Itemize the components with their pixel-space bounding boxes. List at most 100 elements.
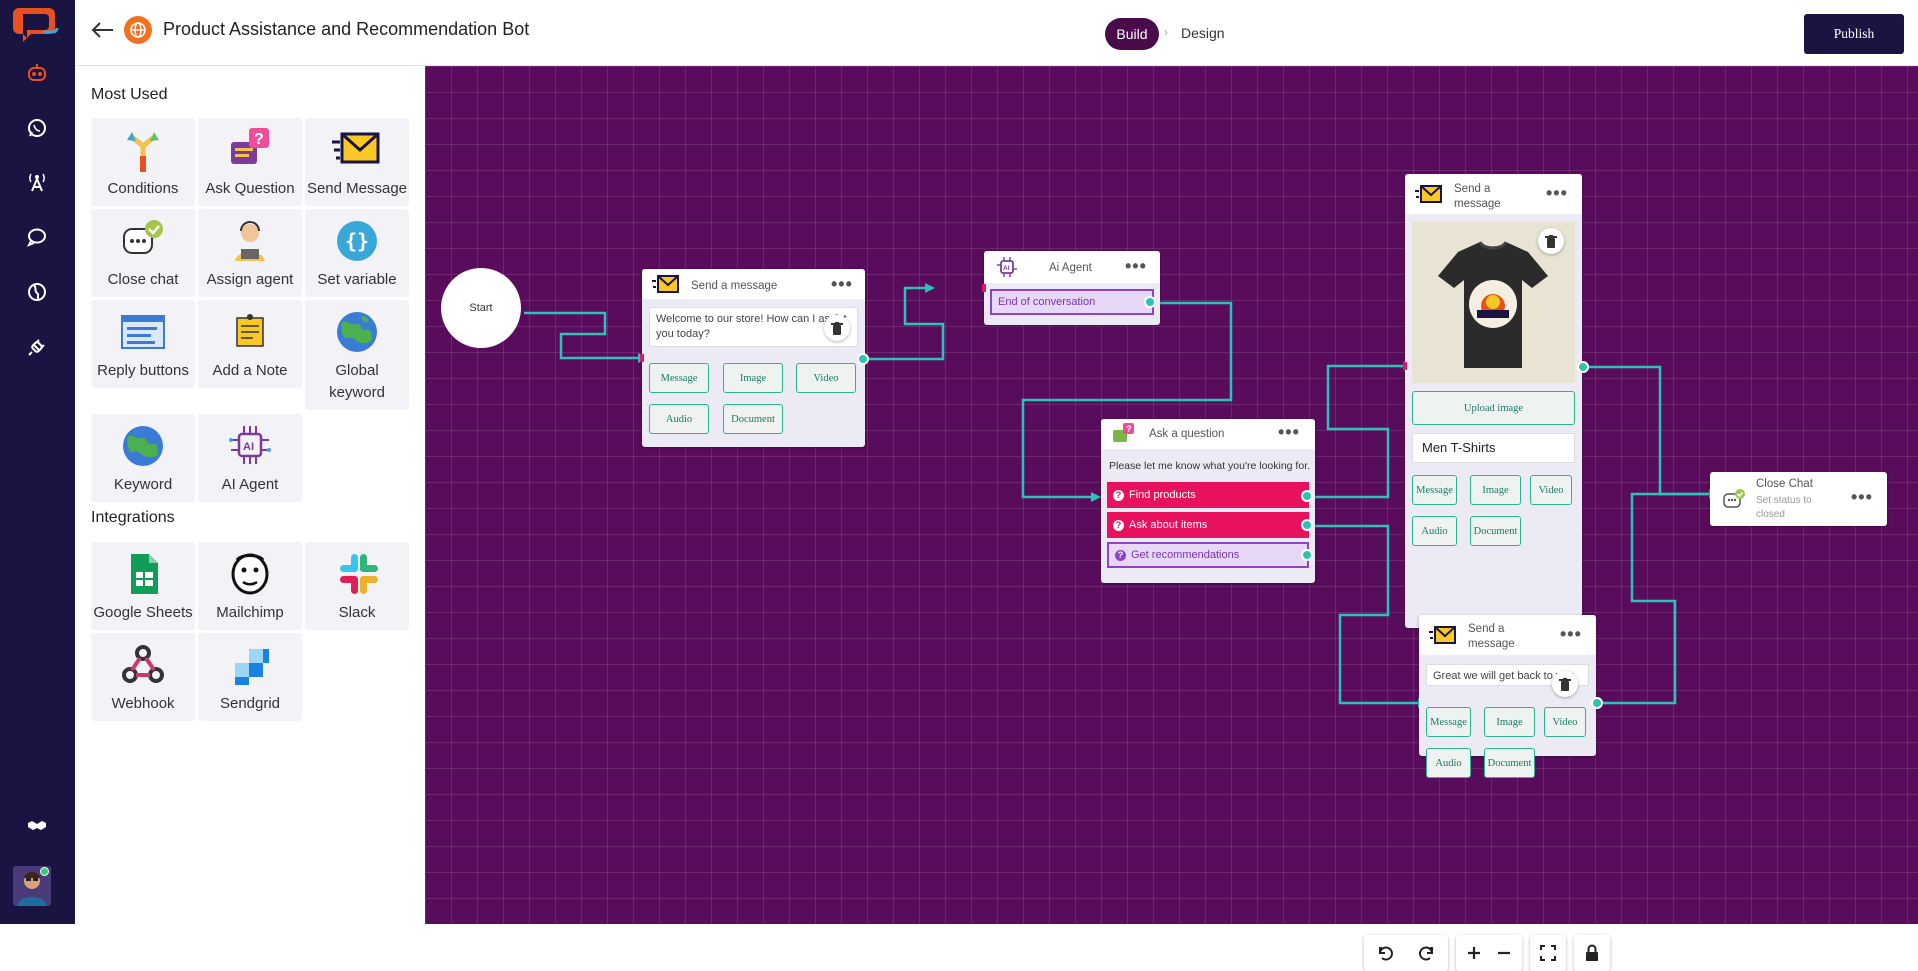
node-palette: Most Used Conditions ? Ask Question Send… bbox=[75, 66, 425, 924]
plug-icon[interactable] bbox=[22, 332, 52, 362]
trash-icon[interactable] bbox=[824, 315, 850, 341]
palette-item-keyword[interactable]: Keyword bbox=[91, 414, 195, 502]
palette-item-close-chat[interactable]: Close chat bbox=[91, 209, 195, 297]
app-logo-icon[interactable] bbox=[13, 4, 59, 46]
section-title-most-used: Most Used bbox=[91, 86, 168, 103]
add-message-button[interactable]: Message bbox=[1426, 707, 1471, 737]
integration-slack[interactable]: Slack bbox=[305, 542, 409, 630]
bot-icon[interactable] bbox=[22, 58, 52, 88]
ai-agent-node[interactable]: AI Ai Agent ••• End of conversation bbox=[982, 251, 1160, 325]
palette-item-global-keyword[interactable]: Global keyword bbox=[305, 300, 409, 410]
more-options-icon[interactable]: ••• bbox=[831, 275, 853, 293]
zoom-group bbox=[1456, 935, 1522, 971]
trash-icon[interactable] bbox=[1552, 671, 1578, 697]
add-image-button[interactable]: Image bbox=[1470, 475, 1521, 505]
zoom-out-icon[interactable] bbox=[1489, 945, 1519, 961]
more-options-icon[interactable]: ••• bbox=[1278, 423, 1300, 441]
output-port[interactable] bbox=[1577, 361, 1589, 373]
palette-item-reply-buttons[interactable]: Reply buttons bbox=[91, 300, 195, 388]
tab-build[interactable]: Build bbox=[1105, 18, 1159, 50]
node-title: Send a bbox=[1454, 183, 1491, 195]
integration-sendgrid[interactable]: Sendgrid bbox=[198, 633, 302, 721]
globe-icon[interactable] bbox=[22, 277, 52, 307]
upload-image-button[interactable]: Upload image bbox=[1412, 391, 1575, 425]
question-prompt[interactable]: Please let me know what you're looking f… bbox=[1109, 460, 1310, 472]
redo-icon[interactable] bbox=[1406, 944, 1446, 962]
option-get-recommendations[interactable]: ? Get recommendations bbox=[1107, 542, 1309, 568]
ai-chip-icon: AI bbox=[994, 255, 1024, 279]
palette-item-ai-agent[interactable]: AI AI Agent bbox=[198, 414, 302, 502]
whatsapp-icon[interactable] bbox=[22, 113, 52, 143]
output-port[interactable] bbox=[1301, 549, 1313, 561]
add-audio-button[interactable]: Audio bbox=[1426, 748, 1471, 778]
more-options-icon[interactable]: ••• bbox=[1851, 488, 1873, 506]
tab-design[interactable]: Design bbox=[1181, 25, 1225, 41]
close-chat-icon bbox=[1722, 487, 1752, 511]
set-variable-icon: {} bbox=[332, 217, 382, 265]
option-ask-about-items[interactable]: ? Ask about items bbox=[1107, 512, 1309, 538]
add-document-button[interactable]: Document bbox=[1484, 748, 1535, 778]
add-audio-button[interactable]: Audio bbox=[1412, 516, 1457, 546]
send-message-node-3[interactable]: Send a message ••• Great we will get back… bbox=[1419, 615, 1603, 778]
start-node[interactable]: Start bbox=[441, 268, 521, 348]
chat-bubble-icon[interactable] bbox=[22, 222, 52, 252]
option-find-products[interactable]: ? Find products bbox=[1107, 482, 1309, 508]
palette-item-add-note[interactable]: Add a Note bbox=[198, 300, 302, 388]
integration-webhook[interactable]: Webhook bbox=[91, 633, 195, 721]
handshake-icon[interactable] bbox=[22, 810, 52, 840]
input-port[interactable] bbox=[1403, 362, 1407, 370]
add-video-button[interactable]: Video bbox=[1530, 475, 1572, 505]
image-caption-input[interactable]: Men T-Shirts bbox=[1412, 433, 1575, 463]
add-message-button[interactable]: Message bbox=[649, 363, 709, 393]
output-port[interactable] bbox=[1144, 296, 1156, 308]
palette-item-set-variable[interactable]: {} Set variable bbox=[305, 209, 409, 297]
lock-icon[interactable] bbox=[1574, 935, 1610, 971]
add-message-button[interactable]: Message bbox=[1412, 475, 1457, 505]
flow-canvas[interactable]: Start Send a message ••• Welcome to our … bbox=[425, 66, 1918, 971]
more-options-icon[interactable]: ••• bbox=[1546, 184, 1568, 202]
output-port[interactable] bbox=[857, 353, 869, 365]
integration-google-sheets[interactable]: Google Sheets bbox=[91, 542, 195, 630]
palette-item-ask-question[interactable]: ? Ask Question bbox=[198, 118, 302, 206]
trash-icon[interactable] bbox=[1538, 228, 1564, 254]
send-message-node-2[interactable]: Send a message ••• Upload image Men T-Shi… bbox=[1403, 174, 1589, 628]
add-image-button[interactable]: Image bbox=[723, 363, 783, 393]
back-arrow-icon[interactable] bbox=[89, 18, 115, 42]
avatar[interactable] bbox=[13, 866, 51, 906]
palette-item-conditions[interactable]: Conditions bbox=[91, 118, 195, 206]
send-message-node-1[interactable]: Send a message ••• Welcome to our store!… bbox=[640, 269, 869, 447]
fit-view-icon[interactable] bbox=[1530, 935, 1566, 971]
zoom-in-icon[interactable] bbox=[1459, 945, 1489, 961]
output-port[interactable] bbox=[1301, 490, 1313, 502]
add-document-button[interactable]: Document bbox=[723, 404, 783, 434]
conditions-icon bbox=[118, 126, 168, 174]
input-port[interactable] bbox=[640, 354, 644, 362]
add-document-button[interactable]: Document bbox=[1470, 516, 1521, 546]
add-audio-button[interactable]: Audio bbox=[649, 404, 709, 434]
palette-item-send-message[interactable]: Send Message bbox=[305, 118, 409, 206]
page-title: Product Assistance and Recommendation Bo… bbox=[163, 19, 530, 39]
close-chat-node[interactable]: Close Chat Set status to closed ••• bbox=[1710, 472, 1887, 526]
add-video-button[interactable]: Video bbox=[1544, 707, 1586, 737]
option-end-of-conversation[interactable]: End of conversation bbox=[990, 289, 1154, 315]
add-video-button[interactable]: Video bbox=[796, 363, 856, 393]
more-options-icon[interactable]: ••• bbox=[1125, 257, 1147, 275]
palette-item-assign-agent[interactable]: Assign agent bbox=[198, 209, 302, 297]
integration-mailchimp[interactable]: Mailchimp bbox=[198, 542, 302, 630]
svg-text:{}: {} bbox=[345, 229, 369, 253]
add-image-button[interactable]: Image bbox=[1484, 707, 1535, 737]
output-port[interactable] bbox=[1591, 697, 1603, 709]
svg-text:AI: AI bbox=[243, 441, 254, 453]
ask-question-node[interactable]: ? Ask a question ••• Please let me know … bbox=[1101, 419, 1315, 583]
undo-icon[interactable] bbox=[1366, 944, 1406, 962]
input-port[interactable] bbox=[982, 284, 986, 292]
close-chat-icon bbox=[118, 217, 168, 265]
more-options-icon[interactable]: ••• bbox=[1560, 625, 1582, 643]
webhook-icon bbox=[118, 641, 168, 689]
online-status-dot bbox=[40, 867, 49, 876]
broadcast-tower-icon[interactable] bbox=[22, 167, 52, 197]
node-title: Send a message bbox=[691, 280, 778, 292]
slack-icon bbox=[332, 550, 382, 598]
output-port[interactable] bbox=[1301, 519, 1313, 531]
publish-button[interactable]: Publish bbox=[1804, 14, 1904, 54]
